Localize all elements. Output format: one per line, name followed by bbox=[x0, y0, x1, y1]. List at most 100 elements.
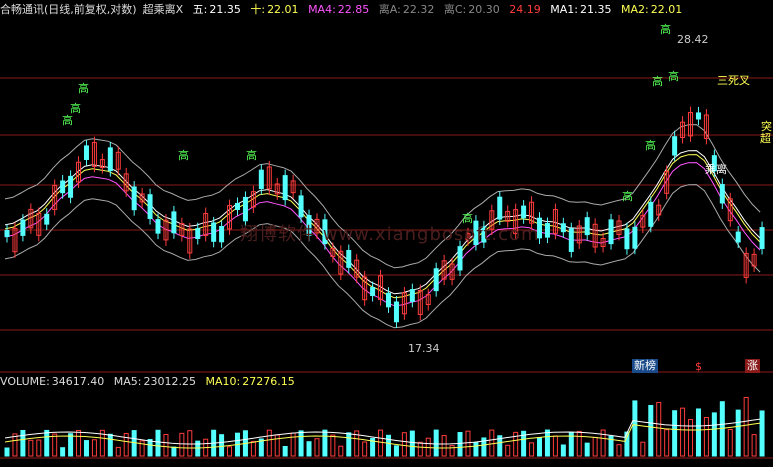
candle-body bbox=[258, 169, 264, 190]
volume-bar bbox=[250, 440, 256, 457]
candle-body bbox=[624, 228, 630, 250]
volume-bar bbox=[695, 408, 701, 457]
gao-marker: 高 bbox=[178, 149, 189, 162]
volume-bar bbox=[393, 445, 399, 457]
candle-body bbox=[560, 223, 566, 233]
dollar-tag[interactable]: $ bbox=[693, 360, 704, 374]
volume-bar bbox=[322, 429, 328, 457]
volume-bar bbox=[711, 412, 717, 457]
candle-body bbox=[409, 289, 415, 302]
candle-body bbox=[497, 196, 503, 220]
volume-bar bbox=[52, 433, 58, 457]
volume-bar bbox=[616, 444, 622, 457]
candle-body bbox=[68, 175, 74, 198]
candle-body bbox=[219, 226, 225, 243]
candle-body bbox=[584, 217, 590, 236]
volume-bar bbox=[449, 445, 455, 457]
lower-band-line bbox=[4, 184, 761, 329]
volume-bar bbox=[751, 434, 757, 457]
chao-cheng-li-label: 乘离 bbox=[705, 163, 727, 176]
volume-bar bbox=[473, 442, 479, 457]
volume-bar bbox=[680, 407, 686, 457]
volume-bar bbox=[68, 433, 74, 457]
candle-body bbox=[695, 112, 701, 120]
candle-body bbox=[568, 228, 574, 252]
gao-marker: 高 bbox=[652, 75, 663, 88]
volume-bar bbox=[409, 430, 415, 457]
volume-bar bbox=[759, 410, 765, 457]
volume-bar bbox=[648, 404, 654, 457]
gao-marker: 高 bbox=[660, 23, 671, 36]
candle-body bbox=[44, 213, 50, 225]
volume-bar bbox=[703, 417, 709, 457]
candle-body bbox=[521, 205, 527, 219]
low-price-label: 17.34 bbox=[408, 342, 440, 355]
volume-bar bbox=[735, 409, 741, 457]
volume-bar bbox=[656, 401, 662, 457]
gao-marker: 高 bbox=[78, 82, 89, 95]
volume-bar bbox=[4, 447, 10, 457]
candle-body bbox=[672, 136, 678, 156]
volume-bar bbox=[640, 441, 646, 457]
chao-label: 超 bbox=[760, 132, 771, 145]
candle-body bbox=[131, 186, 137, 211]
candle-body bbox=[282, 175, 288, 201]
candle-body bbox=[648, 201, 654, 227]
candle-body bbox=[632, 226, 638, 249]
volume-bar bbox=[107, 433, 113, 457]
volume-bar bbox=[727, 428, 733, 457]
volume-bar bbox=[274, 434, 280, 457]
san-si-cha-label: 三死叉 bbox=[717, 74, 750, 87]
volume-bar bbox=[441, 435, 447, 457]
volume-bar bbox=[330, 434, 336, 457]
volume-bar bbox=[147, 438, 153, 457]
volume-bar bbox=[83, 440, 89, 457]
volume-bar bbox=[362, 441, 368, 457]
ma10-label: MA10: bbox=[205, 375, 241, 388]
candle-body bbox=[544, 223, 550, 238]
volume-bar bbox=[36, 439, 42, 457]
volume-bar bbox=[433, 429, 439, 457]
candle-body bbox=[370, 287, 376, 297]
zhang-tag[interactable]: 涨 bbox=[745, 359, 760, 373]
volume-bar bbox=[338, 445, 344, 457]
volume-bar bbox=[457, 432, 463, 457]
volume-bar bbox=[91, 439, 97, 457]
volume-bar bbox=[179, 432, 185, 457]
ma5-value: 23012.25 bbox=[143, 375, 197, 388]
candle-body bbox=[147, 194, 153, 219]
volume-bar bbox=[314, 438, 320, 457]
candle-body bbox=[83, 145, 89, 160]
volume-bar bbox=[155, 429, 161, 457]
candle-body bbox=[107, 147, 113, 172]
xin-bang-tag[interactable]: 新榜 bbox=[632, 359, 658, 373]
watermark: 翔博软件 www.xiangbosoft.com bbox=[240, 224, 540, 245]
volume-bar bbox=[743, 396, 749, 457]
volume-value: 34617.40 bbox=[51, 375, 105, 388]
volume-bar bbox=[552, 435, 558, 457]
candle-body bbox=[719, 184, 725, 204]
candle-body bbox=[20, 219, 26, 236]
volume-bar bbox=[76, 430, 82, 457]
candle-body bbox=[393, 301, 399, 323]
volume-bar bbox=[20, 429, 26, 457]
gao-marker: 高 bbox=[622, 190, 633, 203]
ma5-label: MA5: bbox=[113, 375, 142, 388]
candle-body bbox=[457, 246, 463, 271]
volume-bar bbox=[115, 446, 121, 457]
volume-bar bbox=[592, 436, 598, 457]
volume-bar bbox=[664, 429, 670, 457]
candle-body bbox=[4, 230, 10, 238]
volume-bar bbox=[227, 446, 233, 457]
volume-bar bbox=[298, 430, 304, 457]
volume-bar bbox=[537, 437, 543, 457]
candle-body bbox=[298, 195, 304, 218]
candle-body bbox=[171, 211, 177, 234]
candle-body bbox=[433, 268, 439, 292]
volume-bar bbox=[195, 440, 201, 457]
volume-bar bbox=[266, 429, 272, 457]
volume-bar bbox=[672, 410, 678, 457]
gao-marker: 高 bbox=[645, 139, 656, 152]
volume-bar bbox=[346, 432, 352, 457]
candle-body bbox=[234, 202, 240, 211]
